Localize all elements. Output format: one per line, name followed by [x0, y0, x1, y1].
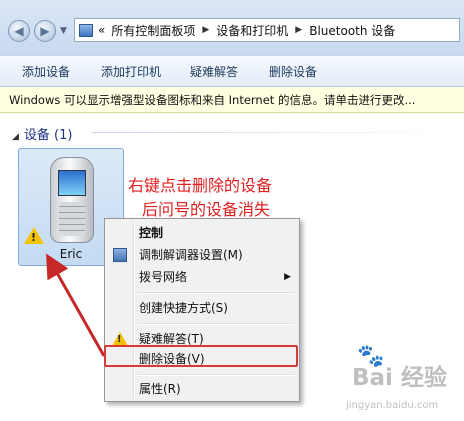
menu-item-control[interactable]: 控制 [107, 222, 297, 244]
menu-separator [137, 292, 295, 294]
annotation-arrow-line [46, 253, 106, 357]
menu-item-label: 疑难解答(T) [139, 332, 204, 346]
menu-item-label: 拨号网络 [139, 270, 188, 284]
menu-item-properties[interactable]: 属性(R) [107, 378, 297, 400]
modem-icon [113, 248, 127, 262]
baidu-watermark: 🐾 Bai 经验 jingyan.baidu.com [316, 340, 461, 420]
menu-separator [137, 374, 295, 376]
menu-separator [137, 323, 295, 325]
menu-item-create-shortcut[interactable]: 创建快捷方式(S) [107, 297, 297, 319]
remove-device-highlight-box [104, 345, 298, 367]
watermark-url: jingyan.baidu.com [346, 400, 439, 411]
menu-item-dialup[interactable]: 拨号网络 ▶ [107, 266, 297, 288]
menu-item-label: 调制解调器设置(M) [139, 248, 243, 262]
submenu-arrow-icon: ▶ [284, 272, 291, 282]
watermark-main-text: Bai 经验 [352, 365, 447, 391]
menu-item-modem-settings[interactable]: 调制解调器设置(M) [107, 244, 297, 266]
context-menu: 控制 调制解调器设置(M) 拨号网络 ▶ 创建快捷方式(S) ! 疑难解答(T)… [104, 218, 300, 402]
